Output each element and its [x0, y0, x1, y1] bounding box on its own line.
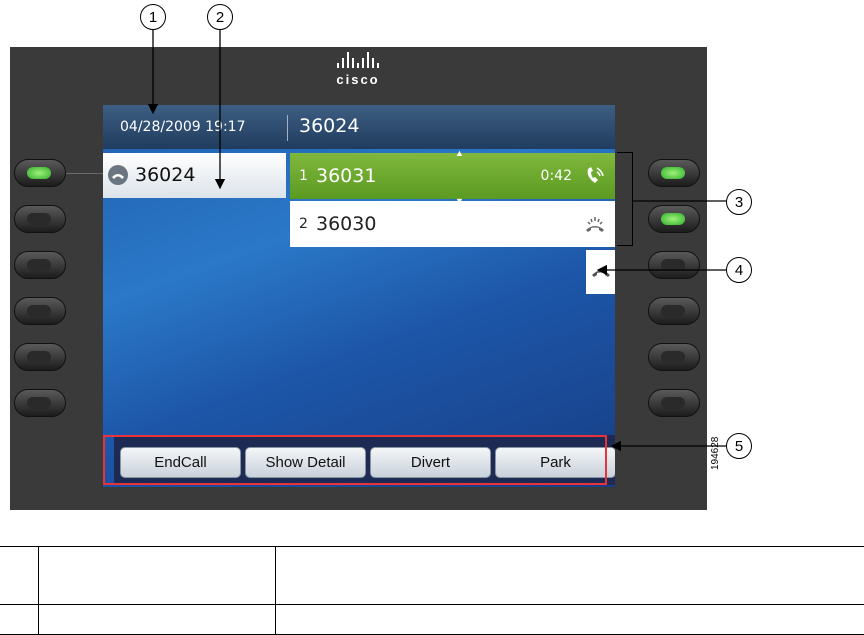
hold-icon: [590, 263, 612, 286]
line-key-left-6[interactable]: [14, 389, 66, 417]
scroll-up-icon[interactable]: ▲: [455, 148, 464, 158]
line-key-left-2[interactable]: [14, 205, 66, 233]
hold-button[interactable]: [586, 250, 615, 294]
date-time: 04/28/2009 19:17: [120, 119, 246, 135]
line-key-left-4[interactable]: [14, 297, 66, 325]
brand-name: cisco: [336, 72, 380, 87]
table-row: [0, 604, 864, 635]
line-key-left-1[interactable]: [14, 159, 66, 187]
callout-3-bracket: [617, 152, 633, 246]
call-index: 2: [299, 216, 308, 232]
call-session-1[interactable]: 1 36031 0:42: [290, 153, 615, 199]
callout-2: 2: [207, 4, 233, 30]
call-timer: 0:42: [540, 168, 572, 184]
figure-id: 194628: [710, 436, 721, 470]
session-key-right-3[interactable]: [648, 251, 700, 279]
session-key-right-2[interactable]: [648, 205, 700, 233]
line-key-left-3[interactable]: [14, 251, 66, 279]
session-key-right-6[interactable]: [648, 389, 700, 417]
session-key-right-1[interactable]: [648, 159, 700, 187]
session-key-right-4[interactable]: [648, 297, 700, 325]
table-row: [0, 546, 864, 605]
line-label: 36024: [135, 164, 196, 186]
ringing-phone-icon: [108, 165, 128, 185]
screen-header: 04/28/2009 19:17 36024: [103, 105, 615, 149]
callout-4: 4: [726, 257, 752, 283]
callout-5: 5: [726, 433, 752, 459]
line-button-36024[interactable]: 36024: [103, 153, 286, 198]
ringing-handset-icon: [583, 213, 607, 235]
call-index: 1: [299, 168, 308, 184]
session-key-right-5[interactable]: [648, 343, 700, 371]
phone-screen: 04/28/2009 19:17 36024 36024 1 36031 0:4…: [103, 105, 615, 487]
call-number: 36031: [316, 165, 377, 187]
softkey-highlight-box: [103, 435, 607, 485]
primary-line-number: 36024: [299, 115, 360, 137]
line-key-left-5[interactable]: [14, 343, 66, 371]
call-session-2[interactable]: 2 36030: [290, 201, 615, 247]
callout-3: 3: [726, 189, 752, 215]
callout-1: 1: [140, 4, 166, 30]
call-number: 36030: [316, 213, 377, 235]
cisco-logo: cisco: [328, 52, 388, 92]
active-call-icon: [583, 165, 607, 187]
legend-table: [0, 546, 864, 635]
